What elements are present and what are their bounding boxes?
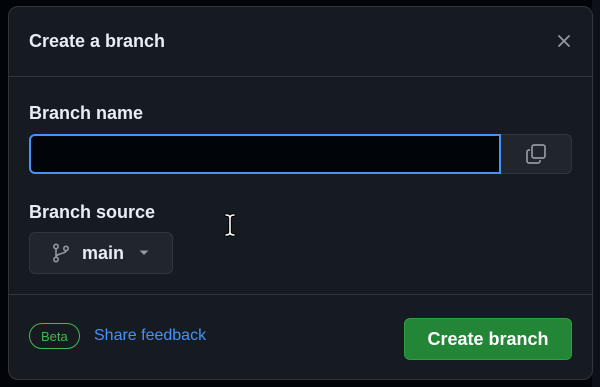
copy-icon [526, 144, 546, 164]
branch-name-row [29, 134, 572, 174]
create-branch-dialog: Create a branch Branch name Branch sourc… [8, 6, 593, 380]
branch-source-select[interactable]: main [29, 232, 173, 274]
branch-source-label: Branch source [29, 202, 156, 222]
close-button[interactable] [552, 29, 576, 53]
branch-name-input[interactable] [29, 134, 501, 174]
triangle-down-icon [139, 250, 149, 255]
dialog-title: Create a branch [29, 31, 166, 51]
beta-badge: Beta [29, 323, 80, 349]
branch-source-value: main [82, 242, 125, 263]
text-cursor-icon [224, 213, 236, 237]
dialog-header: Create a branch [9, 7, 592, 77]
dialog-footer: Beta Share feedback Create branch [9, 295, 592, 379]
dialog-body: Branch name Branch source main [9, 77, 592, 295]
copy-button[interactable] [501, 134, 572, 174]
create-branch-button[interactable]: Create branch [404, 318, 572, 360]
git-branch-icon [52, 243, 70, 263]
share-feedback-link[interactable]: Share feedback [94, 327, 206, 345]
backdrop [592, 0, 600, 387]
close-icon [558, 35, 570, 47]
branch-name-label: Branch name [29, 103, 144, 123]
